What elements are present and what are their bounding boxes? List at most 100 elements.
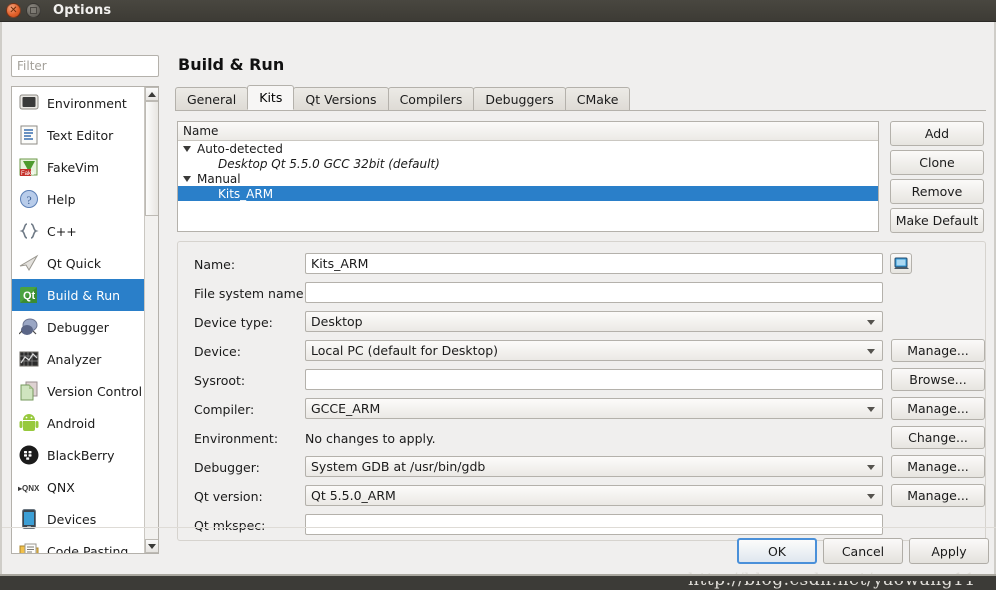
sidebar-scroll-thumb[interactable] [145,101,158,216]
tree-row[interactable]: Auto-detected [178,141,878,156]
close-icon[interactable]: ✕ [6,3,21,18]
device-select[interactable]: Local PC (default for Desktop) [305,340,883,361]
compiler-value: GCCE_ARM [311,401,381,416]
sidebar-item-environment[interactable]: Environment [12,87,145,119]
name-input[interactable]: Kits_ARM [305,253,883,274]
tab-kits[interactable]: Kits [247,85,295,110]
tree-row[interactable]: Kits_ARM [178,186,878,201]
chevron-down-icon[interactable] [867,406,875,412]
tree-row-label: Auto-detected [197,141,283,156]
chevron-down-icon[interactable] [867,464,875,470]
qt-mkspec-input[interactable] [305,514,883,535]
tab-compilers[interactable]: Compilers [387,87,475,110]
kit-device-icon-button[interactable] [890,253,912,274]
file-system-name-input[interactable] [305,282,883,303]
sidebar-item-analyzer[interactable]: Analyzer [12,343,145,375]
name-label: Name: [194,257,236,272]
make-default-button[interactable]: Make Default [890,208,984,233]
sidebar-item-c[interactable]: C++ [12,215,145,247]
sidebar-item-qt-quick[interactable]: Qt Quick [12,247,145,279]
sysroot-input[interactable] [305,369,883,390]
sidebar-item-devices[interactable]: Devices [12,503,145,535]
environment-value: No changes to apply. [305,431,436,446]
debugger-icon [18,316,40,338]
tree-row[interactable]: Desktop Qt 5.5.0 GCC 32bit (default) [178,156,878,171]
sidebar-item-android[interactable]: Android [12,407,145,439]
tree-row[interactable]: Manual [178,171,878,186]
debugger-value: System GDB at /usr/bin/gdb [311,459,486,474]
maximize-icon[interactable] [26,3,41,18]
ok-button[interactable]: OK [737,538,817,564]
chevron-down-icon[interactable] [867,493,875,499]
debugger-label: Debugger: [194,460,260,475]
svg-text:▸QNX: ▸QNX [18,484,40,493]
compiler-label: Compiler: [194,402,255,417]
sidebar-scrollbar[interactable] [144,87,158,553]
qt-version-select[interactable]: Qt 5.5.0_ARM [305,485,883,506]
analyzer-icon [18,348,40,370]
remove-button[interactable]: Remove [890,179,984,204]
sidebar-item-blackberry[interactable]: BlackBerry [12,439,145,471]
sidebar-item-fakevim[interactable]: Fake FakeVim [12,151,145,183]
kit-detail-form: Name: Kits_ARM File system name: Device typ… [177,241,986,541]
filter-input[interactable] [11,55,159,77]
tree-rows: Auto-detected Desktop Qt 5.5.0 GCC 32bit … [178,141,878,201]
qt-version-manage-button[interactable]: Manage... [891,484,985,507]
scroll-down-icon[interactable] [145,539,158,553]
compiler-manage-button[interactable]: Manage... [891,397,985,420]
tree-row-label: Kits_ARM [218,186,274,201]
sidebar-item-label: Debugger [47,319,109,335]
sidebar-item-text-editor[interactable]: Text Editor [12,119,145,151]
window-bottom-edge [0,574,996,581]
apply-button[interactable]: Apply [909,538,989,564]
sidebar-item-build-run[interactable]: Qt Build & Run [12,279,145,311]
tree-column-header[interactable]: Name [178,122,878,141]
tab-bar: General Kits Qt Versions Compilers Debuggers… [175,85,986,111]
monitor-icon [893,257,909,269]
sidebar-item-help[interactable]: ? Help [12,183,145,215]
page-title: Build & Run [178,55,285,74]
sidebar-item-label: FakeVim [47,159,100,175]
clone-button[interactable]: Clone [890,150,984,175]
device-value: Local PC (default for Desktop) [311,343,499,358]
sidebar-item-code-pasting[interactable]: Code Pasting [12,535,145,554]
add-button[interactable]: Add [890,121,984,146]
chevron-down-icon[interactable] [867,348,875,354]
qt-mkspec-label: Qt mkspec: [194,518,266,533]
sidebar-item-debugger[interactable]: Debugger [12,311,145,343]
debugger-manage-button[interactable]: Manage... [891,455,985,478]
category-sidebar[interactable]: Environment Text Editor Fake FakeVim? Help C+… [11,86,159,554]
sidebar-item-qnx[interactable]: ▸QNX QNX [12,471,145,503]
sidebar-item-label: Code Pasting [47,543,129,554]
compiler-select[interactable]: GCCE_ARM [305,398,883,419]
device-label: Device: [194,344,241,359]
svg-text:Qt: Qt [23,290,36,302]
sidebar-item-version-control[interactable]: Version Control [12,375,145,407]
chevron-down-icon[interactable] [183,175,191,182]
debugger-select[interactable]: System GDB at /usr/bin/gdb [305,456,883,477]
text-editor-icon [18,124,40,146]
chevron-down-icon[interactable] [867,319,875,325]
version-control-icon [18,380,40,402]
window-title: Options [53,3,112,18]
kits-tree[interactable]: Name Auto-detected Desktop Qt 5.5.0 GCC 3… [177,121,879,232]
scroll-up-icon[interactable] [145,87,158,101]
cancel-button[interactable]: Cancel [823,538,903,564]
svg-text:?: ? [26,193,31,207]
tab-general[interactable]: General [175,87,249,110]
tab-cmake[interactable]: CMake [564,87,631,110]
cpp-icon [18,220,40,242]
tab-qt-versions[interactable]: Qt Versions [293,87,389,110]
window-titlebar: ✕ Options [0,0,996,22]
chevron-down-icon[interactable] [183,145,191,152]
tree-row-label: Manual [197,171,241,186]
sidebar-item-label: Qt Quick [47,255,102,271]
footer-divider [2,527,996,528]
tab-debuggers[interactable]: Debuggers [473,87,566,110]
sysroot-browse-button[interactable]: Browse... [891,368,985,391]
options-dialog: Environment Text Editor Fake FakeVim? Help C+… [0,22,996,590]
device-manage-button[interactable]: Manage... [891,339,985,362]
environment-change-button[interactable]: Change... [891,426,985,449]
device-type-select[interactable]: Desktop [305,311,883,332]
sidebar-item-label: Text Editor [47,127,114,143]
